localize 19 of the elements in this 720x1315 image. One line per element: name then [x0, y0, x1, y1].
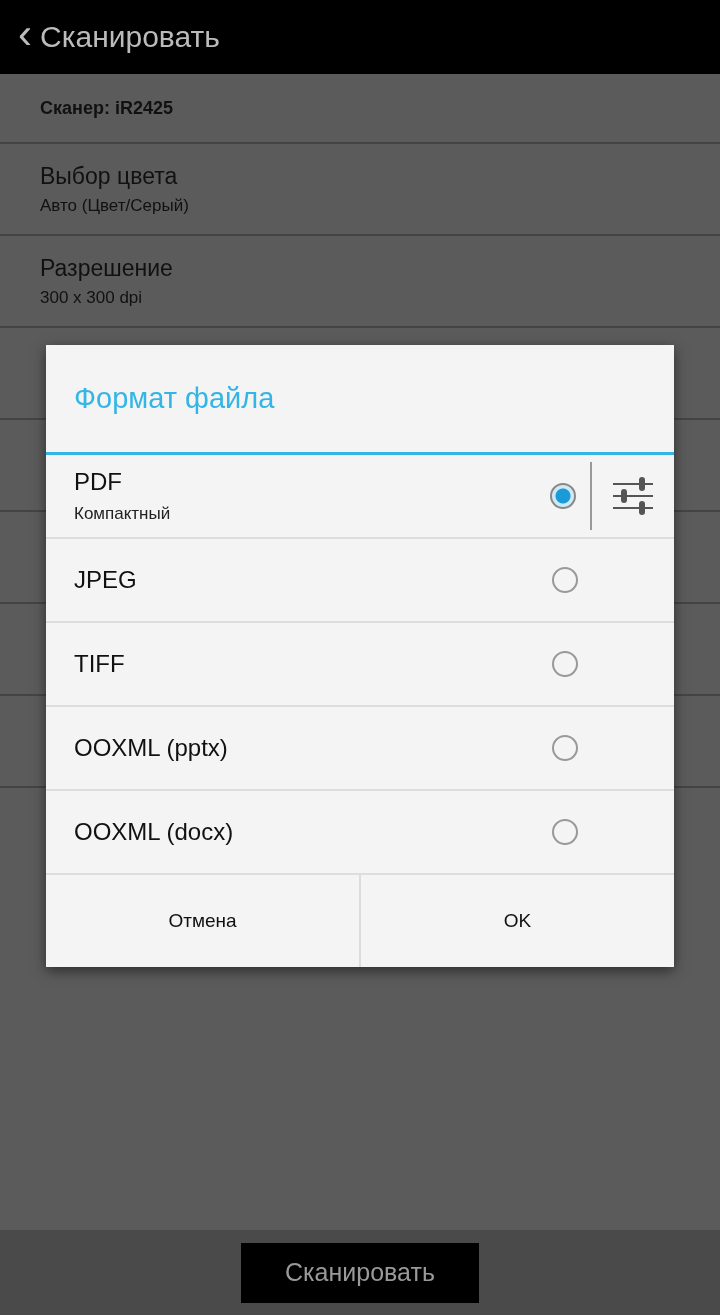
ok-button[interactable]: OK: [359, 875, 674, 967]
cancel-button[interactable]: Отмена: [46, 875, 359, 967]
radio-button[interactable]: [552, 567, 578, 593]
scan-button[interactable]: Сканировать: [241, 1242, 479, 1303]
dialog-title: Формат файла: [74, 382, 275, 415]
radio-button[interactable]: [550, 483, 576, 509]
option-label: JPEG: [74, 566, 137, 594]
option-label: PDF: [74, 468, 122, 496]
radio-button[interactable]: [552, 819, 578, 845]
option-label: TIFF: [74, 650, 125, 678]
option-label: OOXML (docx): [74, 818, 234, 846]
option-sublabel: Компактный: [74, 504, 171, 524]
radio-button[interactable]: [552, 651, 578, 677]
scanner-label: Сканер: iR2425: [40, 97, 173, 119]
screen-title: Сканировать: [40, 20, 220, 54]
radio-button[interactable]: [552, 735, 578, 761]
option-label: OOXML (pptx): [74, 734, 228, 762]
settings-icon[interactable]: [612, 475, 654, 517]
back-button[interactable]: ‹: [14, 13, 36, 61]
